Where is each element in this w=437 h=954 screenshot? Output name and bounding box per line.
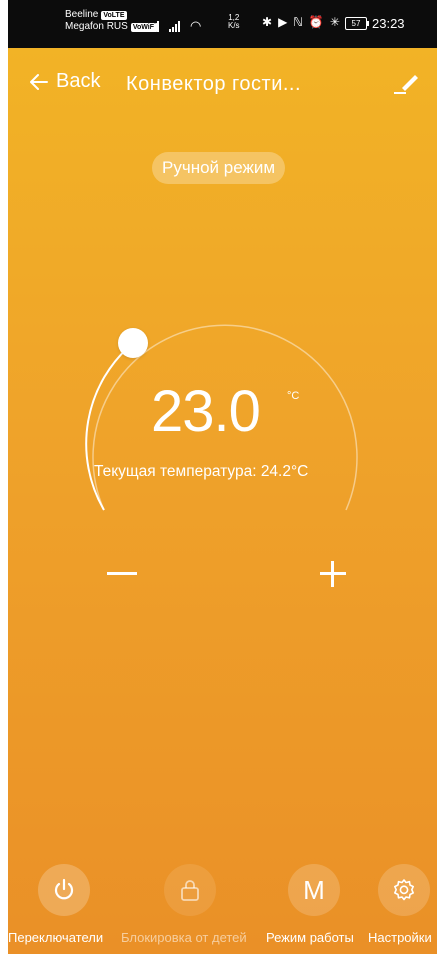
switches-label: Переключатели [8, 930, 104, 945]
dial-knob[interactable] [118, 328, 148, 358]
increase-button[interactable] [320, 561, 346, 587]
current-temperature: Текущая температура: 24.2°C [94, 463, 309, 480]
bluetooth-icon: ✳ [329, 15, 340, 29]
settings-button[interactable] [378, 864, 430, 916]
nfc-icon: ℕ [293, 15, 303, 29]
speed-unit: K/s [228, 21, 240, 30]
mode-m-icon: M [303, 875, 325, 905]
status-icons: ✱ ▶ ℕ ⏰ ✳ [262, 15, 340, 29]
thermostat-dial[interactable]: 23.0 °C Текущая температура: 24.2°C [8, 280, 437, 540]
signal-icon [148, 21, 164, 32]
signal-icon [169, 21, 185, 32]
carrier-info: Beeline VoLTE Megafon RUS VoWiFi [65, 9, 158, 33]
back-label: Back [56, 70, 101, 92]
edit-icon[interactable] [392, 68, 420, 96]
child-lock-label: Блокировка от детей [121, 930, 247, 945]
child-lock-button[interactable] [164, 864, 216, 916]
wifi-icon: ◠ [190, 18, 202, 33]
decrease-button[interactable] [107, 572, 137, 575]
lock-icon [181, 880, 199, 901]
status-bar: Beeline VoLTE Megafon RUS VoWiFi ◠ 1,2 K… [8, 0, 437, 48]
alarm-icon: ⏰ [308, 15, 324, 29]
work-mode-label: Режим работы [266, 930, 354, 945]
carrier-2: Megafon RUS VoWiFi [65, 21, 158, 33]
back-button[interactable]: Back [30, 70, 100, 93]
page-title: Конвектор гости... [126, 73, 302, 95]
temperature-unit: °C [287, 390, 300, 402]
signal-group: ◠ [148, 19, 201, 32]
phone-frame: Beeline VoLTE Megafon RUS VoWiFi ◠ 1,2 K… [0, 0, 437, 954]
youtube-icon: ▶ [278, 15, 288, 29]
volte-badge: VoLTE [101, 10, 127, 20]
bluetooth-search-icon: ✱ [262, 15, 273, 29]
power-button[interactable] [38, 864, 90, 916]
power-icon [54, 878, 74, 900]
back-arrow-icon [30, 73, 48, 90]
app-screen: Beeline VoLTE Megafon RUS VoWiFi ◠ 1,2 K… [8, 0, 437, 954]
carrier-2-name: Megafon RUS [65, 21, 128, 32]
mode-badge: Ручной режим [152, 152, 286, 184]
work-mode-button[interactable]: M [288, 864, 340, 916]
settings-label: Настройки [368, 930, 432, 945]
carrier-1-name: Beeline [65, 9, 99, 20]
network-speed: 1,2 K/s [228, 14, 240, 30]
bottom-toolbar: M Переключатели Блокировка от детей Режи… [8, 858, 437, 954]
app-header: Back Конвектор гости... [8, 62, 437, 108]
gear-icon [394, 879, 414, 901]
battery-indicator: 57 [345, 17, 369, 30]
clock: 23:23 [372, 16, 405, 31]
carrier-1: Beeline VoLTE [65, 9, 158, 21]
set-temperature: 23.0 [151, 379, 261, 444]
